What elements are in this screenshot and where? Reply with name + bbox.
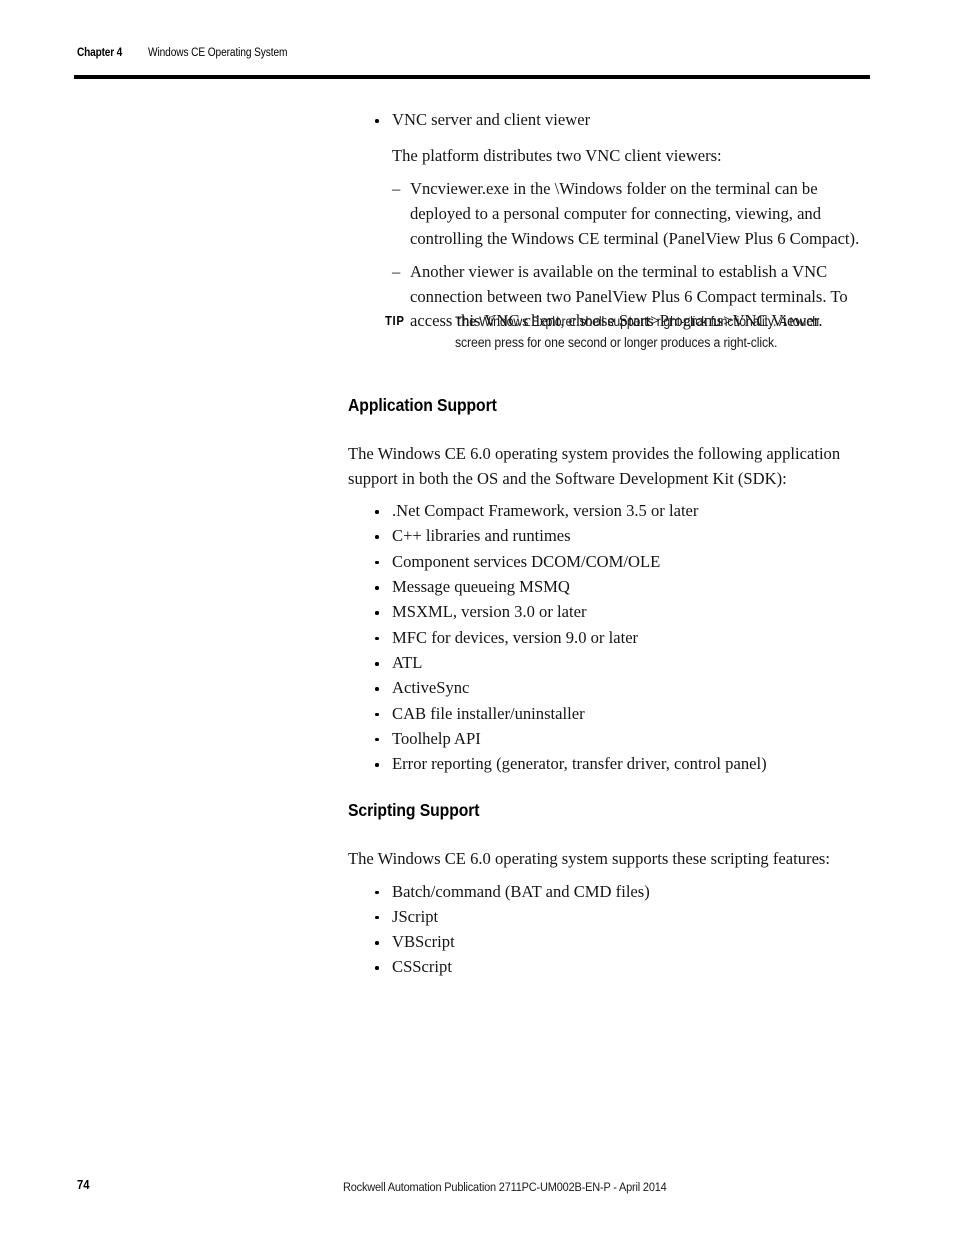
list-item: VBScript — [348, 930, 868, 955]
list-item: VNC server and client viewer — [348, 108, 868, 133]
list-item: Component services DCOM/COM/OLE — [348, 550, 868, 575]
header-chapter-title: Windows CE Operating System — [148, 47, 288, 59]
application-support-list: .Net Compact Framework, version 3.5 or l… — [348, 499, 868, 777]
vnc-section: VNC server and client viewer The platfor… — [348, 108, 868, 334]
list-item: CSScript — [348, 955, 868, 980]
list-item: Error reporting (generator, transfer dri… — [348, 752, 868, 777]
scripting-support-section: Scripting Support The Windows CE 6.0 ope… — [348, 800, 868, 981]
list-item: MSXML, version 3.0 or later — [348, 600, 868, 625]
list-item: C++ libraries and runtimes — [348, 524, 868, 549]
application-support-intro: The Windows CE 6.0 operating system prov… — [348, 444, 841, 488]
list-item: MFC for devices, version 9.0 or later — [348, 626, 868, 651]
list-item: Message queueing MSMQ — [348, 575, 868, 600]
application-support-section: Application Support The Windows CE 6.0 o… — [348, 395, 868, 777]
list-item: Vncviewer.exe in the \Windows folder on … — [348, 177, 868, 251]
vnc-sub-list: Vncviewer.exe in the \Windows folder on … — [348, 177, 868, 334]
list-item: ActiveSync — [348, 676, 868, 701]
tip-label: TIP — [385, 314, 405, 328]
scripting-support-intro: The Windows CE 6.0 operating system supp… — [348, 849, 831, 868]
vnc-intro-paragraph: The platform distributes two VNC client … — [392, 145, 722, 165]
footer-page-number: 74 — [77, 1178, 90, 1192]
list-item: ATL — [348, 651, 868, 676]
section-heading-scripting-support: Scripting Support — [348, 800, 480, 820]
header-chapter-label: Chapter 4 — [77, 47, 123, 59]
list-item: .Net Compact Framework, version 3.5 or l… — [348, 499, 868, 524]
list-item: Batch/command (BAT and CMD files) — [348, 880, 868, 905]
tip-text: The Windows Explorer shell supports righ… — [455, 314, 819, 350]
page-header: Chapter 4 Windows CE Operating System — [77, 47, 877, 59]
header-divider-rule — [74, 75, 870, 79]
list-item: Toolhelp API — [348, 727, 868, 752]
scripting-support-list: Batch/command (BAT and CMD files) JScrip… — [348, 880, 868, 981]
footer-publication-line: Rockwell Automation Publication 2711PC-U… — [343, 1180, 667, 1194]
list-item: CAB file installer/uninstaller — [348, 702, 868, 727]
section-heading-application-support: Application Support — [348, 395, 497, 415]
list-item: JScript — [348, 905, 868, 930]
vnc-bullet-list: VNC server and client viewer — [348, 108, 868, 133]
